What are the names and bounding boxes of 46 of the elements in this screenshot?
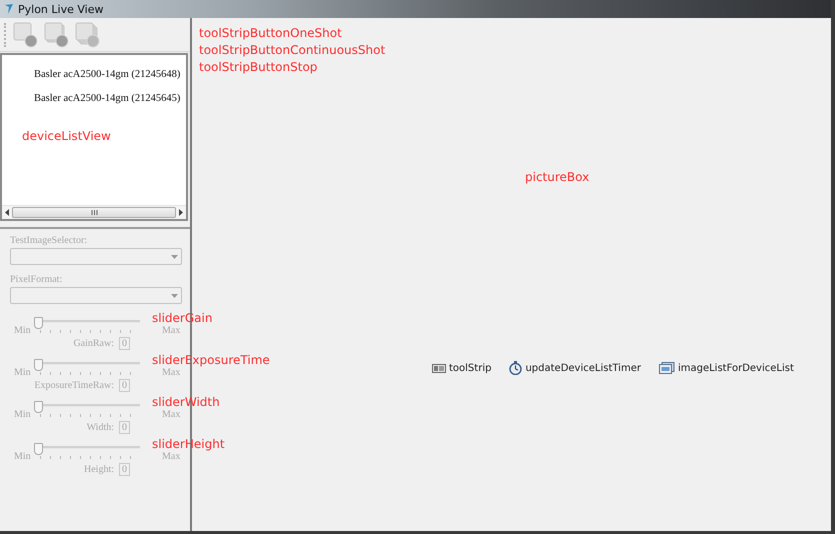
annotation-label: toolStripButtonOneShot xyxy=(199,26,343,40)
min-label: Min xyxy=(14,325,31,336)
device-list[interactable]: Basler acA2500-14gm (21245648) Basler acA2500-14gm (21245645) deviceListView xyxy=(0,53,188,221)
field-label: PixelFormat: xyxy=(10,274,64,285)
stopwatch-icon xyxy=(509,361,522,375)
max-label: Max xyxy=(162,451,180,462)
scroll-left-icon xyxy=(5,209,10,216)
component-name[interactable]: toolStrip xyxy=(449,362,492,374)
min-label: Min xyxy=(14,451,31,462)
component-name[interactable]: imageListForDeviceList xyxy=(678,362,794,374)
value-label: GainRaw: xyxy=(73,338,114,349)
camera-icon xyxy=(13,22,39,48)
slider[interactable] xyxy=(34,443,140,461)
value-label: ExposureTimeRaw: xyxy=(34,380,114,391)
slider[interactable] xyxy=(34,317,140,335)
max-label: Max xyxy=(162,367,180,378)
toolstrip-icon xyxy=(432,364,446,372)
stop-frames-icon xyxy=(75,22,101,48)
grip-icon xyxy=(90,210,98,215)
dropdown[interactable] xyxy=(10,287,182,304)
field-label: TestImageSelector: xyxy=(10,235,88,246)
image-list-icon xyxy=(658,362,675,374)
annotation-label: toolStripButtonContinuousShot xyxy=(199,43,386,57)
dropdown[interactable] xyxy=(10,248,182,265)
slider[interactable] xyxy=(34,359,140,377)
app-icon xyxy=(4,3,14,15)
value-label: Height: xyxy=(84,464,114,475)
annotation-label: deviceListView xyxy=(22,129,111,143)
dropdown-caret-icon xyxy=(171,294,178,298)
component-name[interactable]: updateDeviceListTimer xyxy=(525,362,641,374)
scrollbar-thumb[interactable] xyxy=(12,207,176,218)
horizontal-scrollbar[interactable] xyxy=(2,205,186,219)
max-label: Max xyxy=(162,325,180,336)
min-label: Min xyxy=(14,409,31,420)
min-label: Min xyxy=(14,367,31,378)
scroll-right-icon xyxy=(178,209,183,216)
annotation-label: toolStripButtonStop xyxy=(199,60,318,74)
dropdown-caret-icon xyxy=(171,254,178,258)
annotation-label: pictureBox xyxy=(525,170,590,184)
device-list-item[interactable]: Basler acA2500-14gm (21245645) xyxy=(34,93,186,104)
window-title: Pylon Live View xyxy=(18,2,104,16)
slider[interactable] xyxy=(34,401,140,419)
stacked-frames-icon xyxy=(44,22,70,48)
max-label: Max xyxy=(162,409,180,420)
value-label: Width: xyxy=(86,422,114,433)
device-list-item[interactable]: Basler acA2500-14gm (21245648) xyxy=(34,69,186,80)
